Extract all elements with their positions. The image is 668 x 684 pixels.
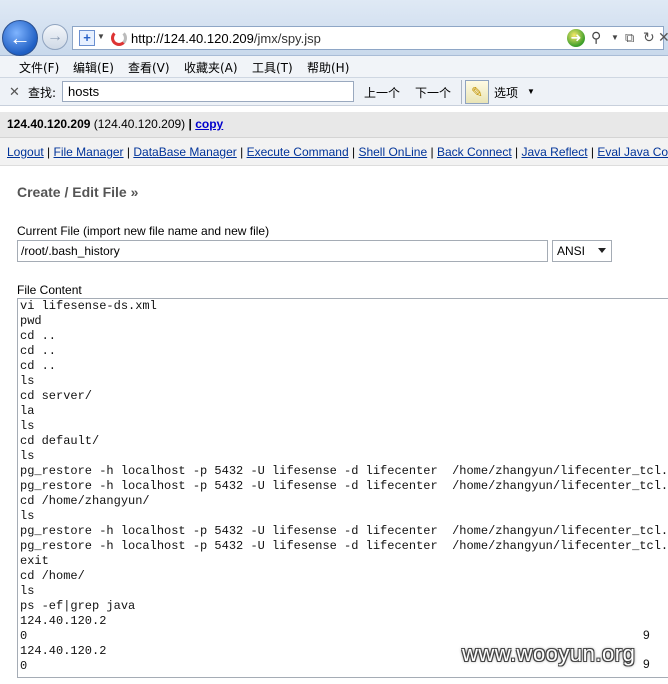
menu-tools[interactable]: 工具(T) — [252, 59, 293, 76]
url-path: /jmx/spy.jsp — [253, 31, 321, 46]
search-dropdown-icon[interactable]: ▼ — [611, 33, 619, 42]
forward-button[interactable]: → — [42, 24, 68, 50]
nav-java-reflect[interactable]: Java Reflect — [522, 145, 588, 159]
go-icon[interactable]: ➜ — [567, 29, 585, 47]
close-icon[interactable]: ✕ — [9, 84, 20, 100]
nav-back-connect[interactable]: Back Connect — [437, 145, 512, 159]
file-content-line: cd default/ — [20, 434, 100, 448]
host-bar: 124.40.120.209 (124.40.120.209) | copy — [0, 112, 668, 138]
url-field[interactable]: + ▼ http://124.40.120.209/jmx/spy.jsp ➜ … — [72, 26, 668, 50]
file-content-line: ls — [20, 584, 35, 598]
file-content-label: File Content — [17, 283, 82, 297]
stop-icon[interactable]: ✕ — [658, 29, 668, 46]
current-file-input[interactable] — [17, 240, 548, 262]
nav-execute-command[interactable]: Execute Command — [247, 145, 349, 159]
nav-eval-java-code[interactable]: Eval Java Co — [597, 145, 668, 159]
find-input[interactable] — [62, 81, 354, 102]
nav-separator: | — [47, 145, 51, 159]
file-content-line: cd /home/zhangyun/ — [20, 494, 150, 508]
menu-edit[interactable]: 编辑(E) — [73, 59, 114, 76]
host-ip: (124.40.120.209) — [93, 117, 186, 131]
compatibility-icon[interactable]: + — [79, 30, 95, 46]
page-title: Create / Edit File » — [17, 184, 139, 200]
file-content-line: la — [20, 404, 35, 418]
nav-database-manager[interactable]: DataBase Manager — [133, 145, 236, 159]
address-bar: ← → + ▼ http://124.40.120.209/jmx/spy.js… — [0, 0, 668, 56]
chevron-down-icon[interactable]: ▼ — [527, 87, 535, 96]
host-separator: | — [188, 117, 192, 131]
file-content-line: pg_restore -h localhost -p 5432 -U lifes… — [20, 524, 668, 538]
file-content-line: pg_restore -h localhost -p 5432 -U lifes… — [20, 539, 668, 553]
file-content-line: ls — [20, 509, 35, 523]
file-content-line: cd .. — [20, 329, 57, 343]
copy-link[interactable]: copy — [195, 117, 223, 131]
nav-separator: | — [430, 145, 434, 159]
current-file-label: Current File (import new file name and n… — [17, 224, 270, 238]
file-content-line: vi lifesense-ds.xml — [20, 299, 157, 313]
menu-view[interactable]: 查看(V) — [128, 59, 170, 76]
compat-view-icon[interactable]: ⧉ — [625, 30, 634, 46]
menu-bar: 文件(F) 编辑(E) 查看(V) 收藏夹(A) 工具(T) 帮助(H) — [0, 56, 668, 78]
file-content-line: cd .. — [20, 359, 57, 373]
menu-file[interactable]: 文件(F) — [19, 59, 59, 76]
file-content-line: ls — [20, 374, 35, 388]
encoding-value: ANSI — [557, 244, 586, 258]
url-host: http://124.40.120.209 — [131, 31, 254, 46]
nav-links: Logout | File Manager | DataBase Manager… — [0, 138, 668, 166]
refresh-icon[interactable]: ↻ — [643, 29, 655, 46]
nav-separator: | — [240, 145, 244, 159]
find-next-button[interactable]: 下一个 — [415, 84, 451, 101]
side-number: 9 — [643, 657, 650, 671]
nav-file-manager[interactable]: File Manager — [54, 145, 124, 159]
file-content-text: vi lifesense-ds.xml pwd cd .. cd .. cd .. ls c… — [20, 299, 668, 674]
menu-favorites[interactable]: 收藏夹(A) — [184, 59, 238, 76]
file-content-line: ls — [20, 449, 35, 463]
highlight-icon[interactable]: ✎ — [465, 80, 489, 104]
loading-icon — [111, 30, 127, 46]
back-button[interactable]: ← — [2, 20, 38, 56]
find-bar: ✕ 查找: 上一个 下一个 ✎ 选项 ▼ — [0, 78, 668, 106]
chevron-down-icon — [598, 248, 606, 253]
nav-separator: | — [515, 145, 519, 159]
url-text[interactable]: http://124.40.120.209/jmx/spy.jsp — [131, 31, 321, 46]
file-content-line: pwd — [20, 314, 42, 328]
file-content-line: ps -ef|grep java — [20, 599, 136, 613]
watermark: www.wooyun.org — [462, 641, 636, 666]
nav-shell-online[interactable]: Shell OnLine — [358, 145, 427, 159]
file-content-line: ls — [20, 419, 35, 433]
find-label: 查找: — [28, 86, 57, 100]
chevron-down-icon[interactable]: ▼ — [97, 32, 105, 41]
encoding-select[interactable]: ANSI — [552, 240, 612, 262]
nav-separator: | — [590, 145, 594, 159]
file-content-line: pg_restore -h localhost -p 5432 -U lifes… — [20, 479, 668, 493]
nav-separator: | — [351, 145, 356, 159]
menu-help[interactable]: 帮助(H) — [307, 59, 349, 76]
file-content-line: pg_restore -h localhost -p 5432 -U lifes… — [20, 464, 668, 478]
find-previous-button[interactable]: 上一个 — [364, 84, 400, 101]
search-icon[interactable]: ⚲ — [591, 29, 601, 46]
file-content-line: cd /home/ — [20, 569, 85, 583]
host-name: 124.40.120.209 — [7, 117, 91, 131]
find-options-button[interactable]: 选项 — [494, 84, 518, 101]
file-content-line: cd server/ — [20, 389, 93, 403]
file-content-textarea[interactable]: vi lifesense-ds.xml pwd cd .. cd .. cd .. ls c… — [17, 298, 668, 678]
nav-logout[interactable]: Logout — [7, 145, 44, 159]
file-content-line: exit — [20, 554, 49, 568]
divider — [461, 80, 462, 104]
file-content-line: cd .. — [20, 344, 57, 358]
file-content-line: 124.40.120.2 — [20, 614, 107, 628]
side-number: 9 — [643, 628, 650, 642]
nav-separator: | — [126, 145, 131, 159]
